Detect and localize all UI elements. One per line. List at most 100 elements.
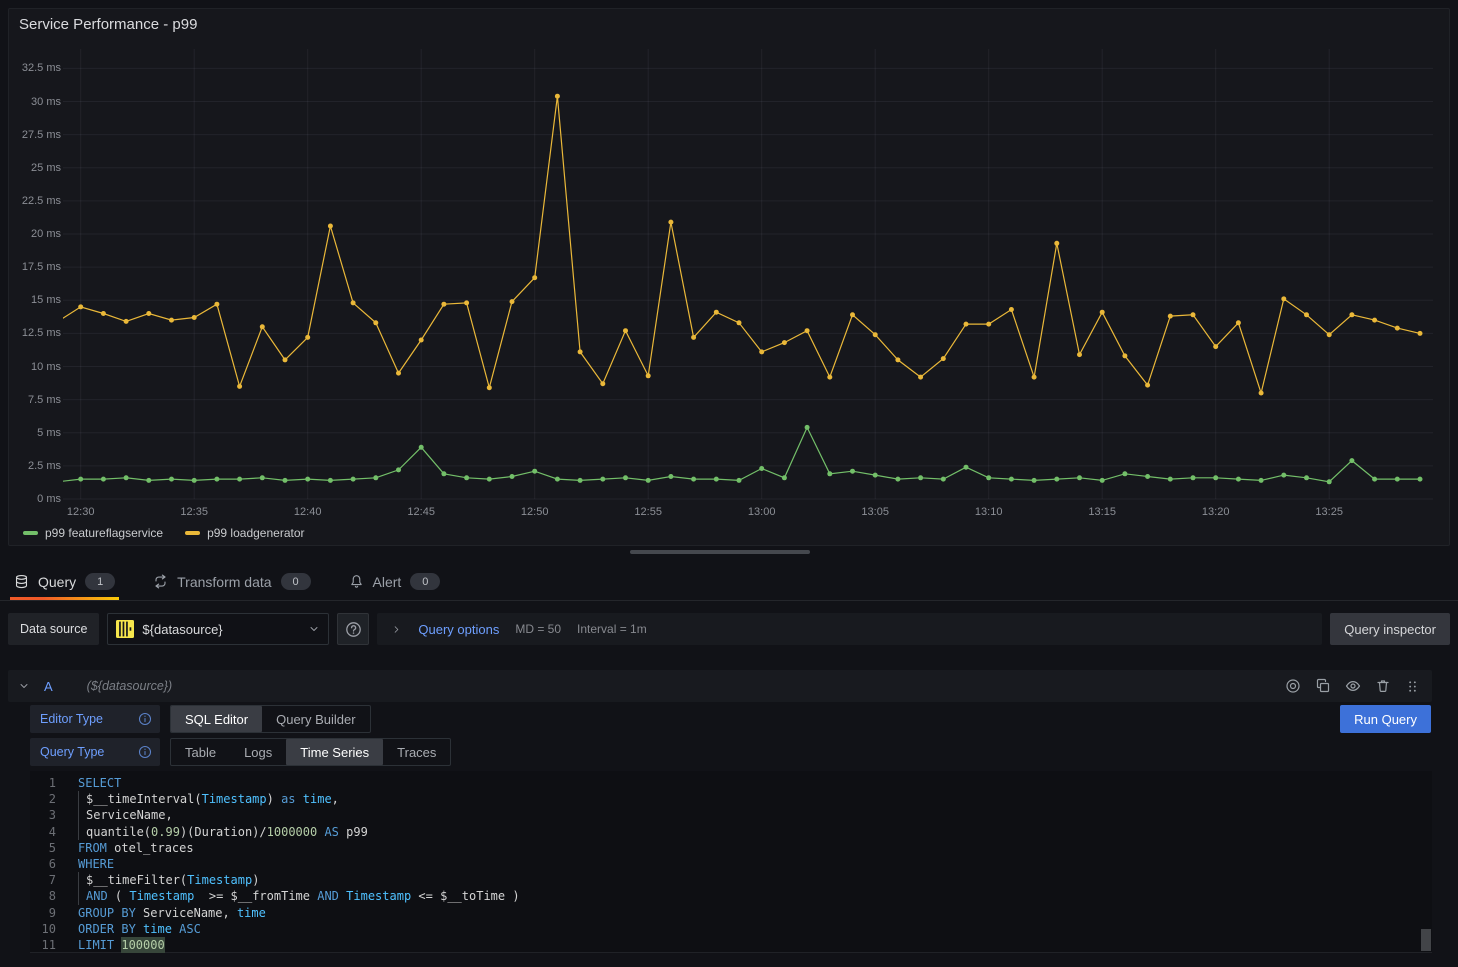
- code-token: ASC: [179, 921, 201, 937]
- legend-series-label: p99 loadgenerator: [207, 526, 304, 540]
- legend-series-color: [23, 531, 38, 535]
- code-token: Timestamp: [187, 872, 252, 888]
- query-type-row: Query Type TableLogsTime SeriesTraces: [30, 738, 451, 766]
- indent-guide: [78, 824, 86, 840]
- datasource-help-button[interactable]: [337, 613, 369, 645]
- code-token: time: [237, 905, 266, 921]
- option-time-series[interactable]: Time Series: [286, 739, 383, 765]
- chevron-right-icon: [391, 624, 402, 635]
- query-datasource-hint: (${datasource}): [87, 679, 172, 693]
- x-axis-tick: 12:35: [172, 506, 216, 518]
- code-token: time: [303, 791, 332, 807]
- code-token: 0.99: [151, 824, 180, 840]
- max-data-points-value: MD = 50: [515, 622, 561, 636]
- grafana-panel-edit-page: Service Performance - p99 32.5 ms30 ms27…: [0, 0, 1458, 967]
- editor-type-label: Editor Type: [40, 712, 103, 726]
- code-token: ORDER BY: [78, 921, 136, 937]
- info-circle-icon[interactable]: [138, 712, 152, 726]
- query-type-label: Query Type: [40, 745, 104, 759]
- code-token: FROM: [78, 840, 107, 856]
- y-axis-tick: 30 ms: [9, 96, 61, 108]
- panel-scrollbar[interactable]: [630, 550, 810, 554]
- code-line: 7$__timeFilter(Timestamp): [30, 872, 1432, 888]
- code-token: AS: [324, 824, 338, 840]
- collapse-chevron-icon[interactable]: [18, 680, 30, 692]
- duplicate-query-icon[interactable]: [1313, 678, 1333, 694]
- x-axis-tick: 13:10: [967, 506, 1011, 518]
- code-token: ): [252, 872, 259, 888]
- indent-guide: [78, 888, 86, 904]
- code-token: WHERE: [78, 856, 114, 872]
- query-inspector-button[interactable]: Query inspector: [1330, 613, 1450, 645]
- option-sql-editor[interactable]: SQL Editor: [171, 706, 262, 732]
- y-axis-tick: 20 ms: [9, 228, 61, 240]
- legend-item[interactable]: p99 featureflagservice: [23, 526, 163, 540]
- line-number: 1: [30, 775, 56, 791]
- option-logs[interactable]: Logs: [230, 739, 286, 765]
- code-token: (: [108, 888, 130, 904]
- editor-scrollbar-thumb[interactable]: [1421, 929, 1431, 951]
- code-token: SELECT: [78, 775, 121, 791]
- datasource-picker[interactable]: ${datasource}: [107, 613, 329, 645]
- y-axis-tick: 17.5 ms: [9, 261, 61, 273]
- indent-guide: [78, 791, 86, 807]
- code-token: AND: [317, 888, 339, 904]
- code-line: 1 SELECT: [30, 775, 1432, 791]
- query-toolbar: Data source ${datasource} Query options …: [8, 612, 1450, 646]
- drag-handle-icon[interactable]: [1403, 679, 1422, 694]
- y-axis-tick: 0 ms: [9, 493, 61, 505]
- query-options-label[interactable]: Query options: [418, 622, 499, 637]
- code-token: [136, 921, 143, 937]
- query-ref-id[interactable]: A: [44, 679, 53, 694]
- hide-query-eye-icon[interactable]: [1343, 678, 1363, 694]
- code-line: 5FROM otel_traces: [30, 840, 1432, 856]
- line-number: 11: [30, 937, 56, 953]
- record-icon[interactable]: [1283, 678, 1303, 694]
- option-table[interactable]: Table: [171, 739, 230, 765]
- y-axis-tick: 7.5 ms: [9, 394, 61, 406]
- interval-value: Interval = 1m: [577, 622, 647, 636]
- tab-query[interactable]: Query1: [10, 563, 119, 600]
- option-traces[interactable]: Traces: [383, 739, 450, 765]
- code-token: AND: [86, 888, 108, 904]
- delete-query-trash-icon[interactable]: [1373, 678, 1393, 694]
- line-number: 3: [30, 807, 56, 823]
- y-axis-tick: 2.5 ms: [9, 460, 61, 472]
- code-line: 4quantile(0.99)(Duration)/1000000 AS p99: [30, 824, 1432, 840]
- x-axis-tick: 12:30: [59, 506, 103, 518]
- x-axis-tick: 13:25: [1307, 506, 1351, 518]
- line-number: 2: [30, 791, 56, 807]
- x-axis-tick: 13:05: [853, 506, 897, 518]
- legend-item[interactable]: p99 loadgenerator: [185, 526, 304, 540]
- code-token: as: [281, 791, 295, 807]
- query-row-actions: [1283, 678, 1422, 694]
- run-query-button[interactable]: Run Query: [1340, 705, 1431, 733]
- tab-transform-data[interactable]: Transform data 0: [149, 563, 314, 600]
- y-axis-tick: 32.5 ms: [9, 62, 61, 74]
- indent-guide: [78, 872, 86, 888]
- code-line: 10ORDER BY time ASC: [30, 921, 1432, 937]
- tab-label: Transform data: [177, 574, 271, 590]
- process-icon: [153, 574, 168, 589]
- code-token: Timestamp: [202, 791, 267, 807]
- query-options-bar[interactable]: Query options MD = 50 Interval = 1m: [377, 613, 1322, 645]
- tab-count-badge: 0: [281, 573, 311, 590]
- info-circle-icon[interactable]: [138, 745, 152, 759]
- x-axis-tick: 12:45: [399, 506, 443, 518]
- code-token: time: [143, 921, 172, 937]
- clickhouse-logo-icon: [116, 620, 134, 638]
- timeseries-chart[interactable]: [9, 9, 1449, 545]
- code-token: 1000000: [267, 824, 318, 840]
- option-query-builder[interactable]: Query Builder: [262, 706, 369, 732]
- query-row-header[interactable]: A (${datasource}): [8, 670, 1432, 702]
- tab-alert[interactable]: Alert0: [345, 563, 445, 600]
- code-line: 6WHERE: [30, 856, 1432, 872]
- code-line: 9GROUP BY ServiceName, time: [30, 905, 1432, 921]
- code-token: LIMIT: [78, 937, 114, 953]
- code-token: quantile(: [86, 824, 151, 840]
- sql-code-editor[interactable]: 1SELECT2$__timeInterval(Timestamp) as ti…: [30, 771, 1432, 953]
- code-token: $__timeFilter(: [86, 872, 187, 888]
- code-token: ,: [332, 791, 339, 807]
- code-token: ): [267, 791, 281, 807]
- code-line: 11LIMIT 100000: [30, 937, 1432, 953]
